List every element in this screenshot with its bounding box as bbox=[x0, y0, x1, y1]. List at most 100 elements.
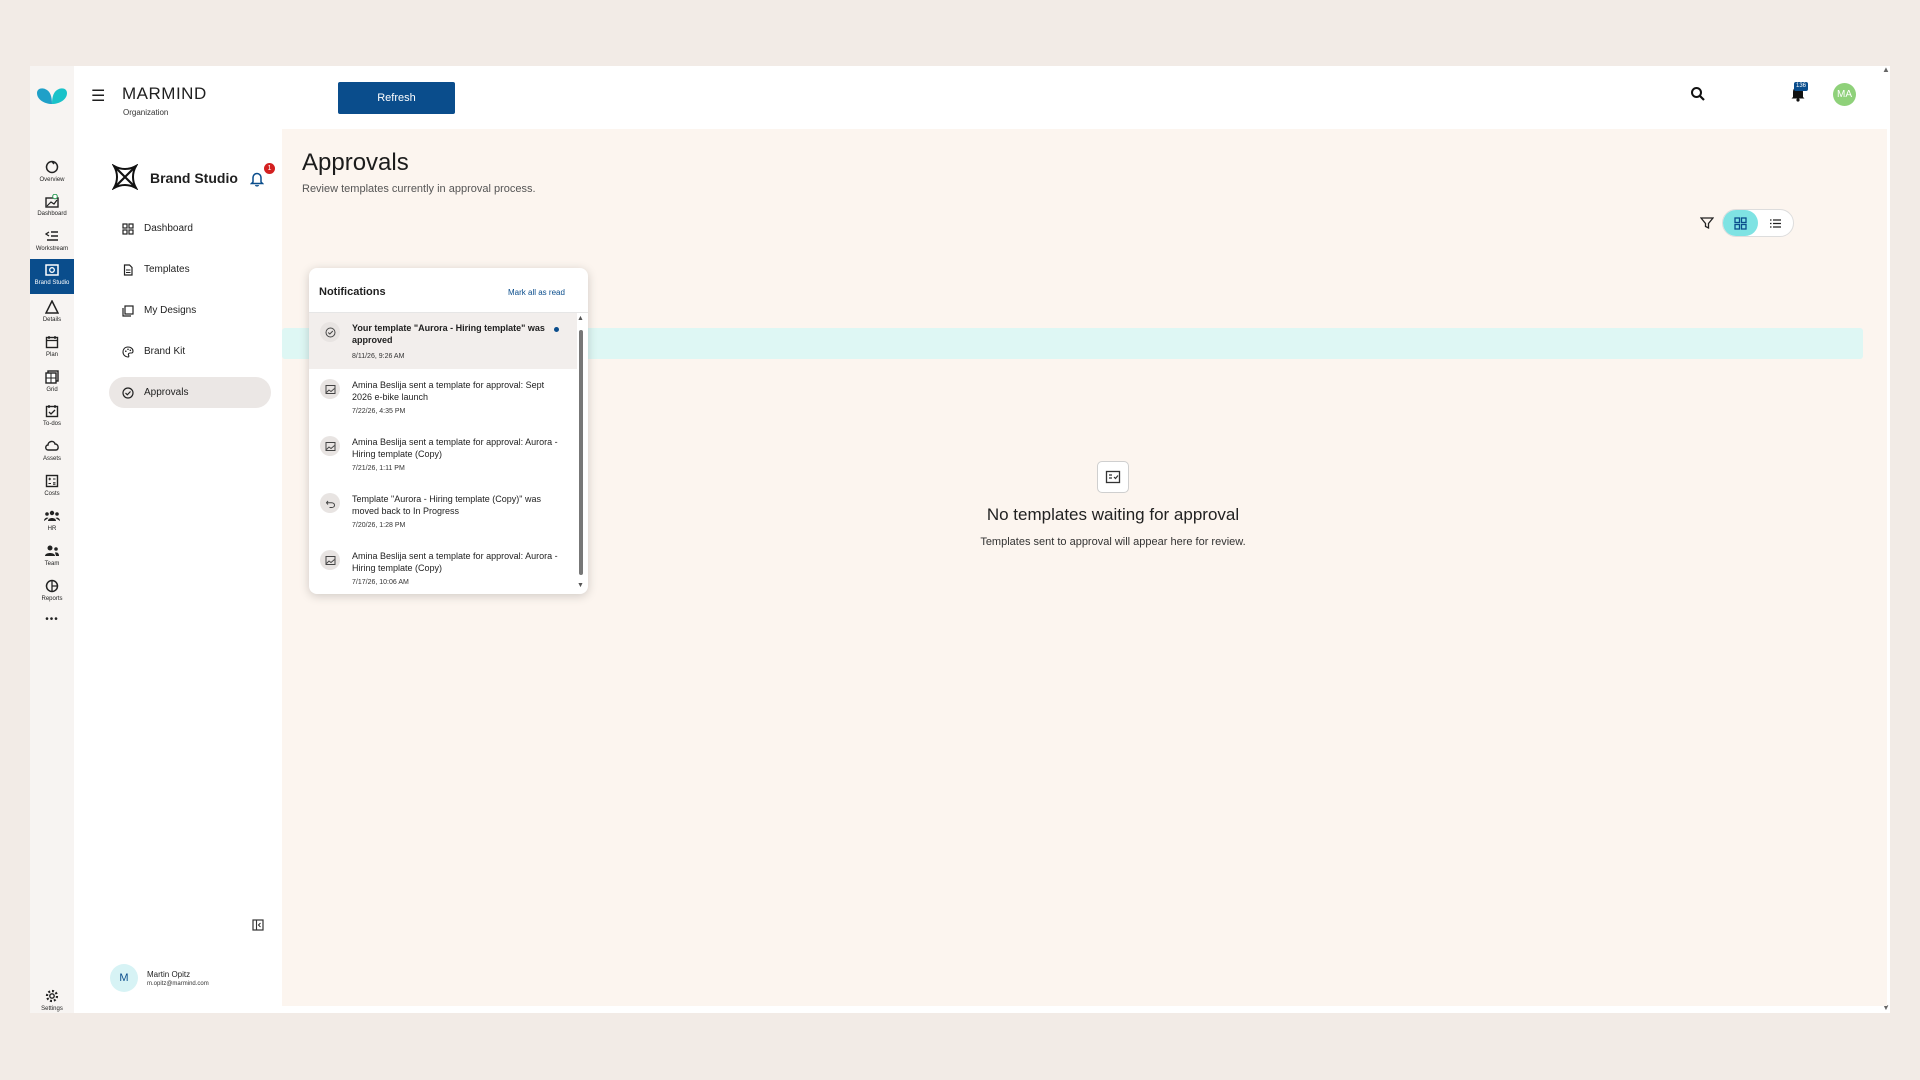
check-circle-icon bbox=[121, 386, 134, 399]
notification-item[interactable]: Amina Beslija sent a template for approv… bbox=[309, 427, 577, 483]
rail-item-dashboard[interactable]: Dashboard bbox=[30, 190, 74, 225]
check-circle-icon bbox=[320, 322, 340, 342]
notification-item[interactable]: Your template "Aurora - Hiring template"… bbox=[309, 313, 577, 369]
gear-icon bbox=[44, 988, 60, 1004]
rail-item-todos[interactable]: To-dos bbox=[30, 400, 74, 435]
dashboard-grid-icon bbox=[121, 222, 134, 235]
page-scroll-up-icon[interactable]: ▲ bbox=[1882, 65, 1890, 74]
brand-studio-sidebar: Brand Studio 1 Dashboard Templates My De… bbox=[98, 129, 282, 1006]
marmind-logo bbox=[37, 88, 67, 104]
more-icon[interactable]: ••• bbox=[30, 611, 74, 646]
user-card[interactable]: M Martin Opitz m.opitz@marmind.com bbox=[110, 964, 209, 992]
rail-label: Reports bbox=[41, 596, 63, 602]
nav-label: My Designs bbox=[144, 305, 197, 316]
rail-item-brand-studio[interactable]: Brand Studio bbox=[30, 259, 74, 294]
refresh-button[interactable]: Refresh bbox=[338, 82, 455, 114]
plan-icon bbox=[44, 334, 60, 350]
scroll-down-icon[interactable]: ▼ bbox=[577, 582, 584, 589]
document-icon bbox=[121, 263, 134, 276]
notification-text: Amina Beslija sent a template for approv… bbox=[352, 551, 558, 573]
nav-label: Brand Kit bbox=[144, 346, 186, 357]
rail-item-grid[interactable]: Grid bbox=[30, 366, 74, 401]
assets-icon bbox=[44, 438, 60, 454]
rail-label: Details bbox=[42, 317, 62, 323]
mark-all-read-button[interactable]: Mark all as read bbox=[508, 288, 565, 297]
brand-studio-title: Brand Studio bbox=[150, 170, 238, 186]
nav-label: Templates bbox=[144, 264, 190, 275]
app-name: MARMIND bbox=[122, 84, 207, 103]
collapse-sidebar-icon[interactable] bbox=[252, 919, 264, 931]
details-icon bbox=[44, 299, 60, 315]
rail-label: Team bbox=[44, 561, 60, 567]
rail-label: Brand Studio bbox=[34, 280, 70, 286]
rail-label: Settings bbox=[41, 1006, 63, 1012]
nav-item-templates[interactable]: Templates bbox=[109, 254, 271, 285]
view-toggle bbox=[1722, 209, 1794, 237]
rail-item-overview[interactable]: Overview bbox=[30, 156, 74, 191]
scroll-up-icon[interactable]: ▲ bbox=[577, 315, 584, 322]
rail-label: Overview bbox=[39, 177, 65, 183]
list-view-button[interactable] bbox=[1758, 210, 1793, 236]
nav-label: Approvals bbox=[144, 387, 189, 398]
brand-studio-bell-icon[interactable] bbox=[250, 171, 264, 187]
nav-item-approvals[interactable]: Approvals bbox=[109, 377, 271, 408]
rail-item-costs[interactable]: Costs bbox=[30, 470, 74, 505]
nav-item-brand-kit[interactable]: Brand Kit bbox=[109, 336, 271, 367]
image-icon bbox=[320, 550, 340, 570]
notification-time: 7/21/26, 1:11 PM bbox=[352, 465, 405, 472]
avatar[interactable]: MA bbox=[1833, 83, 1856, 106]
nav-item-dashboard[interactable]: Dashboard bbox=[109, 213, 271, 244]
rail-item-hr[interactable]: HR bbox=[30, 505, 74, 540]
rail-item-team[interactable]: Team bbox=[30, 540, 74, 575]
notification-text: Amina Beslija sent a template for approv… bbox=[352, 437, 558, 459]
rail-label: Plan bbox=[45, 352, 58, 358]
filter-icon[interactable] bbox=[1700, 216, 1714, 230]
todos-icon bbox=[44, 403, 60, 419]
app-subtitle: Organization bbox=[123, 108, 169, 117]
notifications-scrollbar[interactable] bbox=[579, 330, 583, 575]
rail-label: Workstream bbox=[35, 246, 69, 252]
rail-label: Dashboard bbox=[37, 211, 67, 217]
empty-state-icon bbox=[1097, 461, 1129, 493]
rail-item-settings[interactable]: Settings bbox=[30, 985, 74, 1020]
notification-text: Amina Beslija sent a template for approv… bbox=[352, 380, 545, 402]
page-title: Approvals bbox=[302, 149, 409, 176]
rail-item-details[interactable]: Details bbox=[30, 296, 74, 331]
workstream-icon bbox=[44, 228, 60, 244]
hamburger-menu-icon[interactable]: ☰ bbox=[91, 86, 105, 106]
user-email: m.opitz@marmind.com bbox=[147, 980, 209, 987]
designs-icon bbox=[121, 304, 134, 317]
brand-studio-icon bbox=[44, 262, 60, 278]
rail-item-assets[interactable]: Assets bbox=[30, 435, 74, 470]
costs-icon bbox=[44, 473, 60, 489]
grid-icon bbox=[44, 369, 60, 385]
grid-view-icon bbox=[1734, 216, 1747, 230]
image-icon bbox=[320, 379, 340, 399]
rail-item-plan[interactable]: Plan bbox=[30, 331, 74, 366]
notification-item[interactable]: Amina Beslija sent a template for approv… bbox=[309, 370, 577, 426]
search-icon[interactable] bbox=[1690, 86, 1706, 102]
notifications-popup: Notifications Mark all as read Your temp… bbox=[309, 268, 588, 594]
nav-item-my-designs[interactable]: My Designs bbox=[109, 295, 271, 326]
brand-studio-logo-icon bbox=[112, 164, 138, 190]
user-avatar: M bbox=[110, 964, 138, 992]
rail-item-workstream[interactable]: Workstream bbox=[30, 225, 74, 260]
notification-item[interactable]: Amina Beslija sent a template for approv… bbox=[309, 541, 577, 594]
notification-time: 7/22/26, 4:35 PM bbox=[352, 408, 406, 415]
dashboard-icon bbox=[44, 193, 60, 209]
overview-icon bbox=[44, 159, 60, 175]
notification-item[interactable]: Template "Aurora - Hiring template (Copy… bbox=[309, 484, 577, 540]
notification-time: 7/20/26, 1:28 PM bbox=[352, 522, 406, 529]
reports-icon bbox=[44, 578, 60, 594]
rail-label: Grid bbox=[46, 387, 58, 393]
grid-view-button[interactable] bbox=[1723, 210, 1758, 236]
rail-label: To-dos bbox=[42, 421, 61, 427]
notification-time: 8/11/26, 9:26 AM bbox=[352, 353, 405, 360]
palette-icon bbox=[121, 345, 134, 358]
rail-item-reports[interactable]: Reports bbox=[30, 575, 74, 610]
team-icon bbox=[44, 543, 60, 559]
nav-label: Dashboard bbox=[144, 223, 193, 234]
notifications-title: Notifications bbox=[319, 286, 386, 298]
empty-state-title: No templates waiting for approval bbox=[986, 505, 1240, 524]
hr-icon bbox=[44, 508, 60, 524]
